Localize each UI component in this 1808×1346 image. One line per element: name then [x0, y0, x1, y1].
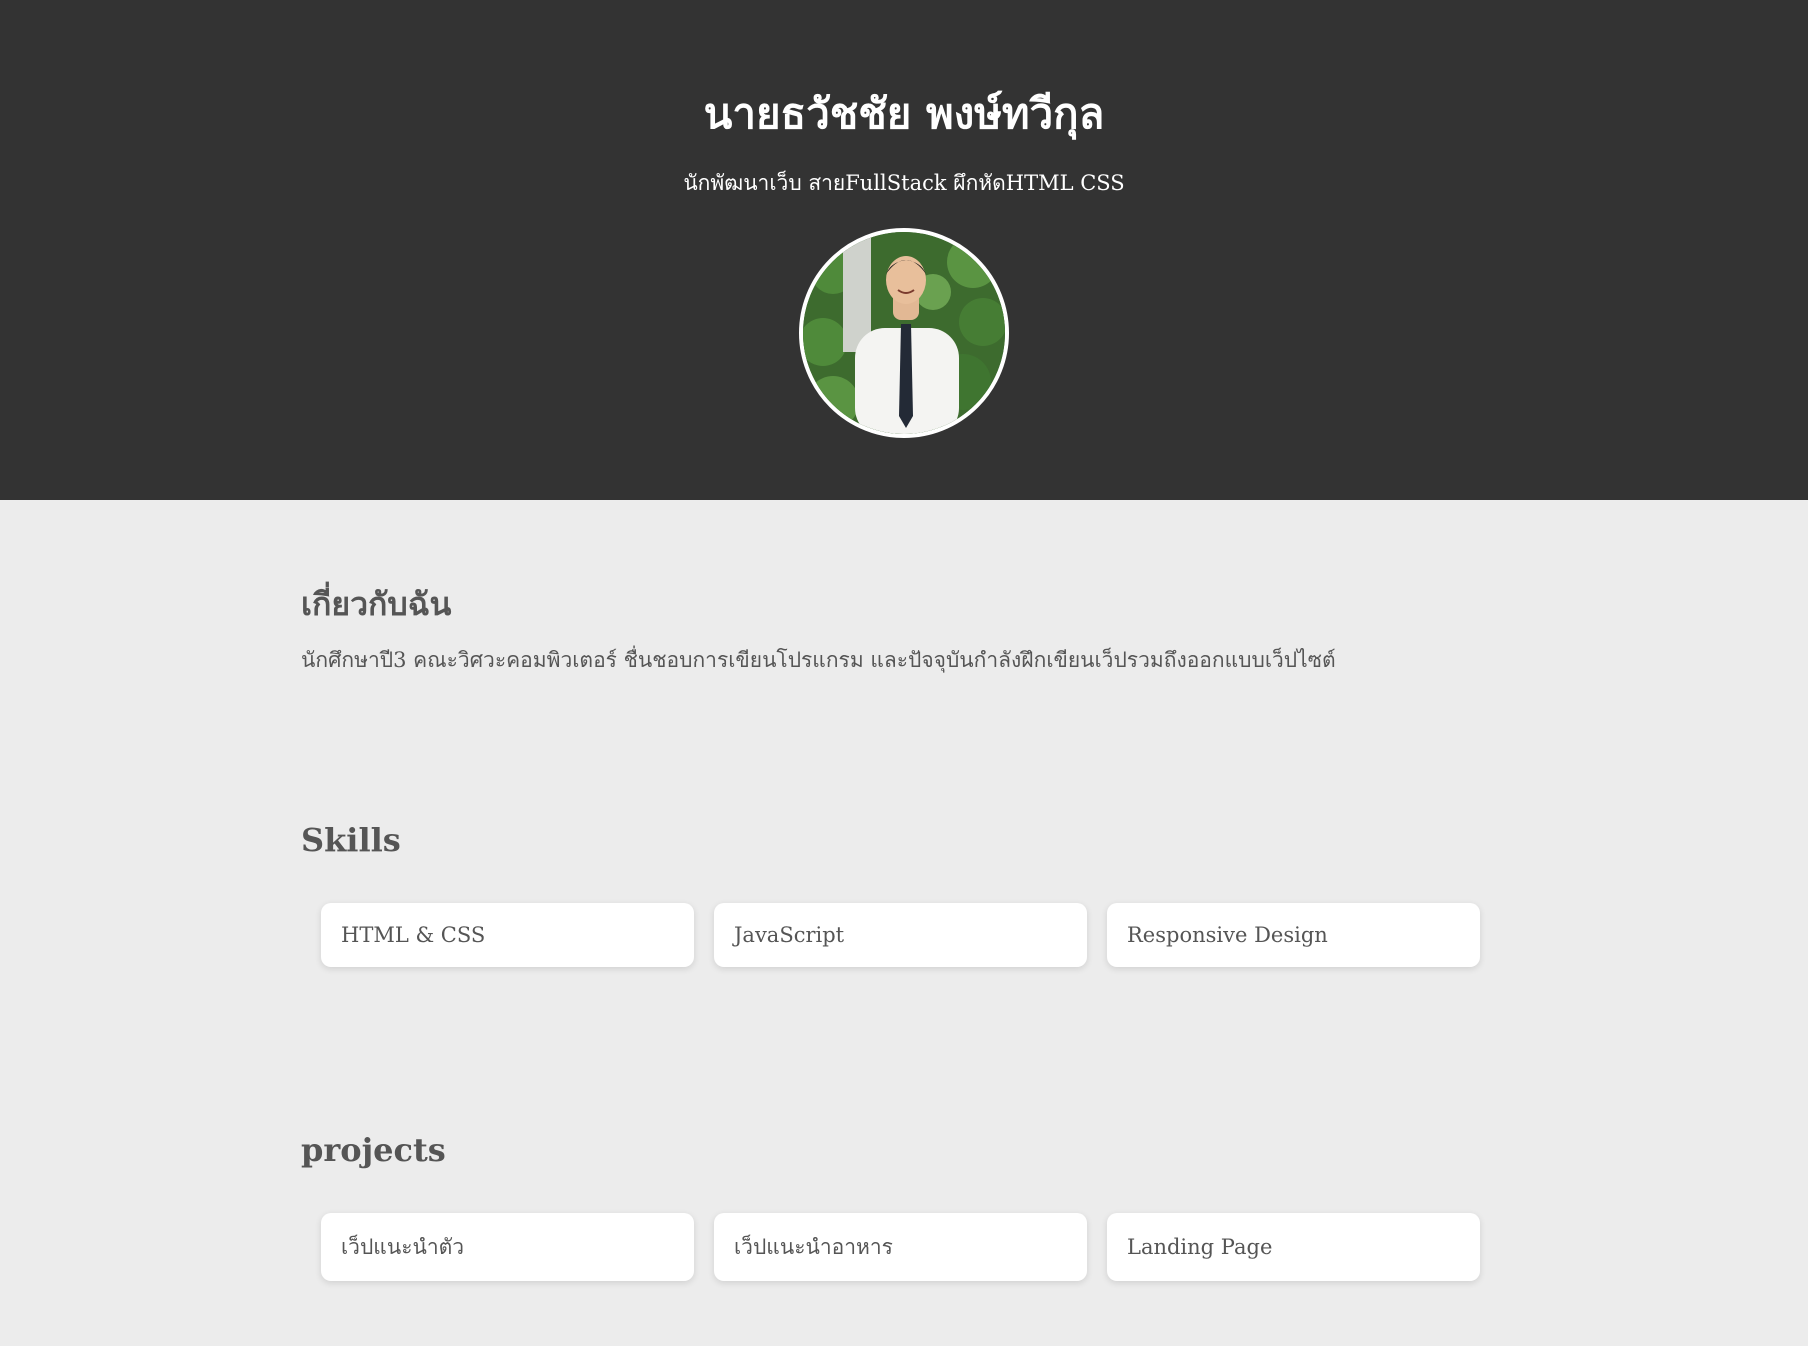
skills-section: Skills HTML & CSS JavaScript Responsive …	[301, 676, 1507, 967]
profile-tagline: นักพัฒนาเว็บ สายFullStack ผึกหัดHTML CSS	[683, 171, 1125, 195]
project-card[interactable]: Landing Page	[1107, 1213, 1480, 1281]
main-content: เกี่ยวกับฉัน นักศึกษาปี3 คณะวิศวะคอมพิวเ…	[301, 500, 1507, 1281]
skills-heading: Skills	[301, 821, 401, 859]
about-heading: เกี่ยวกับฉัน	[301, 585, 452, 623]
about-section: เกี่ยวกับฉัน นักศึกษาปี3 คณะวิศวะคอมพิวเ…	[301, 500, 1507, 676]
profile-header: นายธวัชชัย พงษ์ทวีกุล นักพัฒนาเว็บ สายFu…	[0, 0, 1808, 500]
avatar	[799, 228, 1009, 438]
skill-card: Responsive Design	[1107, 903, 1480, 967]
projects-section: projects เว็ปแนะนำตัว เว็ปแนะนำอาหาร Lan…	[301, 967, 1507, 1281]
skill-card: HTML & CSS	[321, 903, 694, 967]
profile-photo	[803, 232, 1005, 434]
project-card[interactable]: เว็ปแนะนำตัว	[321, 1213, 694, 1281]
profile-name: นายธวัชชัย พงษ์ทวีกุล	[703, 89, 1105, 138]
skill-card: JavaScript	[714, 903, 1087, 967]
project-card[interactable]: เว็ปแนะนำอาหาร	[714, 1213, 1087, 1281]
projects-heading: projects	[301, 1131, 446, 1169]
projects-list: เว็ปแนะนำตัว เว็ปแนะนำอาหาร Landing Page	[301, 1213, 1507, 1281]
skills-list: HTML & CSS JavaScript Responsive Design	[301, 903, 1507, 967]
about-text: นักศึกษาปี3 คณะวิศวะคอมพิวเตอร์ ชื่นชอบก…	[301, 648, 1336, 672]
